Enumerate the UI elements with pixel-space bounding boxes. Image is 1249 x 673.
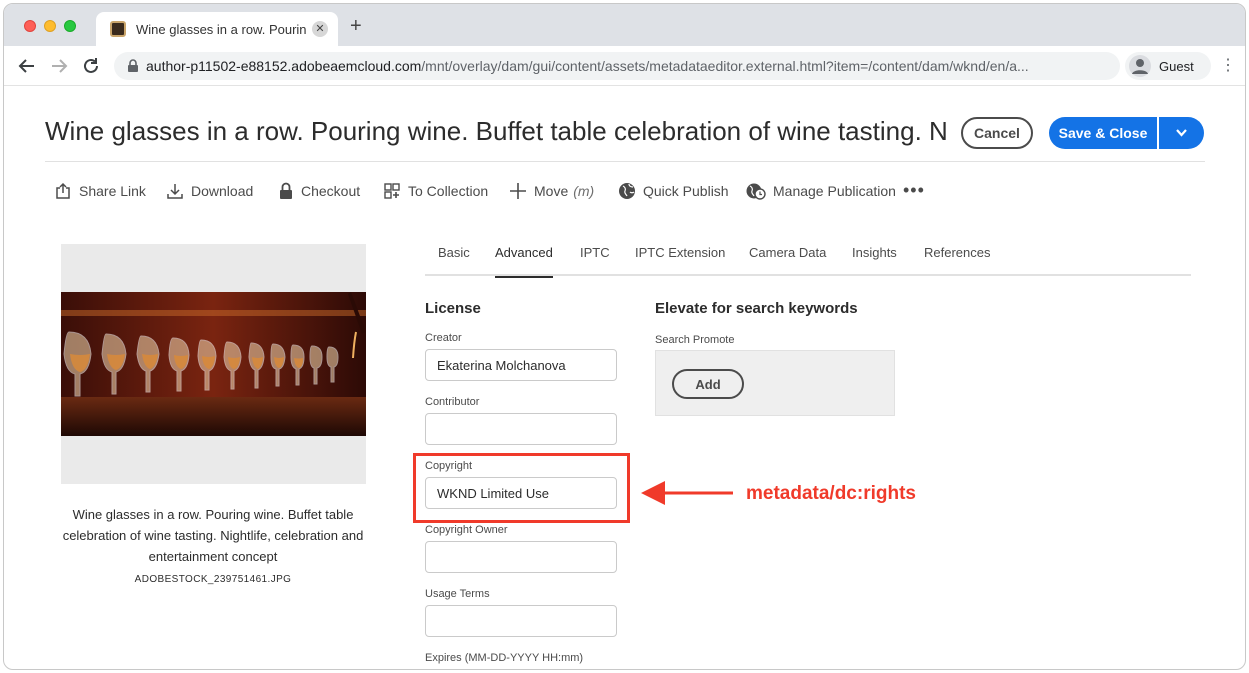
guest-avatar-icon bbox=[1129, 55, 1151, 77]
browser-tab[interactable]: Wine glasses in a row. Pouring ✕ bbox=[96, 12, 338, 46]
download-button[interactable]: Download bbox=[166, 180, 253, 202]
more-actions-icon[interactable]: ••• bbox=[903, 180, 925, 201]
lock-icon bbox=[128, 59, 138, 72]
creator-field[interactable]: Ekaterina Molchanova bbox=[425, 349, 617, 381]
checkout-button[interactable]: Checkout bbox=[278, 180, 360, 202]
tab-advanced[interactable]: Advanced bbox=[495, 244, 553, 278]
forward-arrow-icon[interactable] bbox=[48, 55, 70, 77]
browser-menu-icon[interactable]: ⋮ bbox=[1220, 56, 1236, 76]
download-icon bbox=[167, 184, 183, 199]
tab-iptc-extension[interactable]: IPTC Extension bbox=[635, 244, 725, 276]
collection-add-icon bbox=[384, 183, 400, 199]
share-link-label: Share Link bbox=[79, 183, 146, 199]
download-label: Download bbox=[191, 183, 254, 199]
checkout-label: Checkout bbox=[301, 183, 361, 199]
chevron-down-icon bbox=[1176, 129, 1187, 137]
license-heading: License bbox=[425, 300, 481, 317]
browser-toolbar: author-p11502-e88152.adobeaemcloud.com/m… bbox=[4, 46, 1245, 86]
tab-title: Wine glasses in a row. Pouring bbox=[136, 22, 306, 37]
profile-button[interactable]: Guest bbox=[1125, 52, 1211, 80]
contributor-label: Contributor bbox=[425, 396, 480, 408]
expires-label: Expires (MM-DD-YYYY HH:mm) bbox=[425, 652, 584, 664]
tab-basic[interactable]: Basic bbox=[438, 244, 470, 276]
reload-icon[interactable] bbox=[80, 55, 102, 77]
search-keywords-heading: Elevate for search keywords bbox=[655, 300, 858, 317]
contributor-field[interactable] bbox=[425, 413, 617, 445]
creator-label: Creator bbox=[425, 332, 462, 344]
quick-publish-button[interactable]: Quick Publish bbox=[618, 180, 729, 202]
copyright-highlight-box bbox=[413, 453, 630, 523]
tab-strip: Wine glasses in a row. Pouring ✕ + bbox=[4, 4, 1245, 46]
close-window-button[interactable] bbox=[24, 20, 36, 32]
tab-insights[interactable]: Insights bbox=[852, 244, 897, 276]
asset-preview-card bbox=[61, 244, 366, 484]
manage-publication-button[interactable]: Manage Publication bbox=[746, 180, 896, 202]
save-options-button[interactable] bbox=[1159, 117, 1204, 149]
tab-iptc[interactable]: IPTC bbox=[580, 244, 610, 276]
new-tab-icon[interactable]: + bbox=[350, 16, 362, 36]
save-and-close-button[interactable]: Save & Close bbox=[1049, 117, 1157, 149]
zoom-window-button[interactable] bbox=[64, 20, 76, 32]
tab-camera-data[interactable]: Camera Data bbox=[749, 244, 826, 276]
search-promote-box: Add bbox=[655, 350, 895, 416]
copyright-owner-label: Copyright Owner bbox=[425, 524, 508, 536]
tab-references[interactable]: References bbox=[924, 244, 990, 276]
header-divider bbox=[45, 161, 1205, 162]
globe-clock-icon bbox=[746, 183, 766, 200]
add-button[interactable]: Add bbox=[672, 369, 744, 399]
metadata-tabs: Basic Advanced IPTC IPTC Extension Camer… bbox=[425, 244, 1191, 278]
profile-label: Guest bbox=[1159, 59, 1194, 74]
close-tab-icon[interactable]: ✕ bbox=[312, 21, 328, 37]
move-button[interactable]: Move (m) bbox=[509, 180, 594, 202]
annotation-arrow-icon bbox=[641, 481, 733, 505]
usage-terms-label: Usage Terms bbox=[425, 588, 490, 600]
to-collection-button[interactable]: To Collection bbox=[383, 180, 488, 202]
asset-thumbnail bbox=[61, 292, 366, 436]
annotation-label: metadata/dc:rights bbox=[746, 483, 916, 504]
move-shortcut: (m) bbox=[573, 183, 595, 199]
quick-publish-label: Quick Publish bbox=[643, 183, 729, 199]
usage-terms-field[interactable] bbox=[425, 605, 617, 637]
search-promote-label: Search Promote bbox=[655, 334, 735, 346]
browser-window: Wine glasses in a row. Pouring ✕ + autho… bbox=[3, 3, 1246, 670]
copyright-owner-field[interactable] bbox=[425, 541, 617, 573]
globe-icon bbox=[619, 183, 635, 199]
to-collection-label: To Collection bbox=[408, 183, 489, 199]
lock-icon bbox=[280, 182, 292, 199]
back-arrow-icon[interactable] bbox=[16, 55, 38, 77]
move-label: Move bbox=[534, 183, 569, 199]
asset-filename: ADOBESTOCK_239751461.JPG bbox=[134, 574, 292, 585]
asset-caption: Wine glasses in a row. Pouring wine. Buf… bbox=[62, 507, 364, 564]
url-text: author-p11502-e88152.adobeaemcloud.com/m… bbox=[146, 58, 1029, 74]
cancel-button[interactable]: Cancel bbox=[961, 117, 1033, 149]
move-icon bbox=[510, 183, 526, 199]
share-icon bbox=[56, 182, 70, 199]
minimize-window-button[interactable] bbox=[44, 20, 56, 32]
site-favicon-icon bbox=[110, 21, 126, 37]
page-title: Wine glasses in a row. Pouring wine. Buf… bbox=[45, 116, 947, 146]
manage-publication-label: Manage Publication bbox=[773, 183, 896, 199]
share-link-button[interactable]: Share Link bbox=[54, 180, 146, 202]
address-bar[interactable]: author-p11502-e88152.adobeaemcloud.com/m… bbox=[114, 52, 1120, 80]
